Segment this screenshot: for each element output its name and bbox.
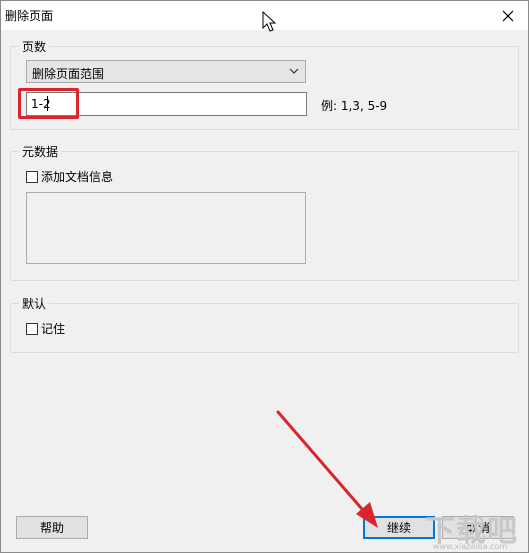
remember-label: 记住 [41, 322, 66, 336]
chevron-down-icon [289, 68, 299, 74]
default-group: 默认 [10, 295, 519, 353]
add-doc-info-label: 添加文档信息 [41, 170, 114, 184]
add-doc-info-checkbox[interactable] [26, 170, 38, 183]
help-button-label: 帮助 [39, 521, 64, 535]
remember-checkbox[interactable] [26, 322, 38, 335]
metadata-textarea [26, 192, 306, 264]
help-button[interactable]: 帮助 [16, 516, 88, 539]
remember-option[interactable]: 记住 [26, 320, 65, 337]
title-bar: 删除页面 [1, 1, 528, 30]
close-icon [502, 10, 514, 21]
page-range-select-value: 删除页面范围 [32, 67, 105, 81]
site-watermark-url: www.xiazaiba.com [433, 542, 508, 551]
continue-button-label: 继续 [386, 521, 411, 535]
delete-pages-dialog: 删除页面 页数 删除页面范围 1-2 例: 1,3, 5-9 元数据 添加文档信… [0, 0, 529, 553]
close-button[interactable] [488, 1, 528, 30]
add-doc-info-option[interactable]: 添加文档信息 [26, 168, 113, 185]
page-range-select[interactable]: 删除页面范围 [26, 60, 306, 83]
input-highlight-annotation [18, 88, 79, 119]
pages-group-label: 页数 [19, 38, 50, 55]
metadata-group-label: 元数据 [19, 143, 62, 160]
pages-group: 页数 [10, 38, 519, 130]
page-range-example: 例: 1,3, 5-9 [321, 99, 388, 113]
default-group-label: 默认 [19, 295, 50, 312]
dialog-title: 删除页面 [5, 9, 54, 23]
